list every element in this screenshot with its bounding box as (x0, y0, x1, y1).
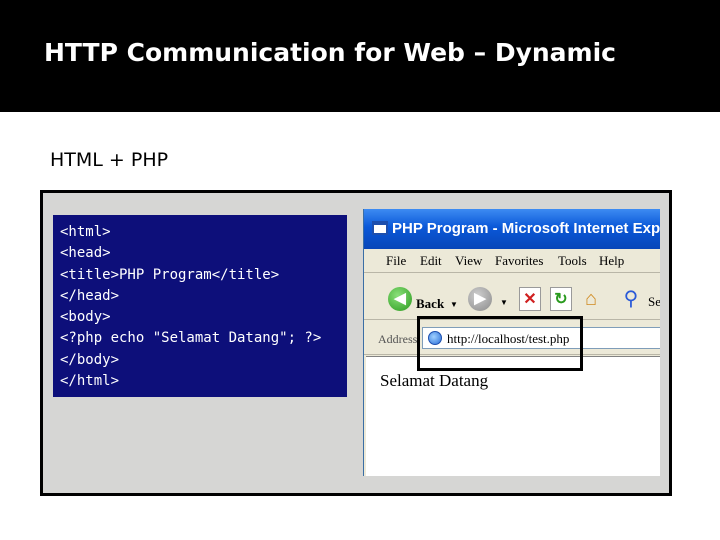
code-line: <?php echo "Selamat Datang"; ?> (60, 330, 322, 347)
code-line: <title>PHP Program</title> (60, 266, 280, 283)
back-dropdown-icon[interactable]: ▼ (450, 293, 458, 317)
toolbar: ◀ Back ▼ ▶ ▼ ✕ ↻ ⌂ ⚲ Se (364, 274, 660, 320)
menu-view[interactable]: View (455, 253, 482, 269)
home-icon[interactable]: ⌂ (580, 287, 602, 311)
code-line: <body> (60, 309, 111, 326)
refresh-icon[interactable]: ↻ (550, 287, 572, 311)
menu-tools[interactable]: Tools (558, 253, 587, 269)
forward-dropdown-icon[interactable]: ▼ (500, 298, 508, 307)
stop-icon[interactable]: ✕ (519, 287, 541, 311)
page-content-text: Selamat Datang (380, 371, 489, 390)
code-line: </html> (60, 373, 120, 390)
search-icon[interactable]: ⚲ (620, 287, 642, 311)
ie-app-icon (372, 221, 388, 235)
menu-help[interactable]: Help (599, 253, 624, 269)
menu-bar: File Edit View Favorites Tools Help (364, 249, 660, 273)
page-content-area: Selamat Datang (366, 356, 660, 476)
menu-file[interactable]: File (386, 253, 406, 269)
address-label: Address (378, 332, 418, 346)
back-label: Back (416, 296, 445, 311)
code-line: </head> (60, 287, 120, 304)
screenshot-frame: <html> <head> <title>PHP Program</title>… (40, 190, 672, 496)
search-label[interactable]: Se (648, 294, 660, 310)
slide-title-bar: HTTP Communication for Web – Dynamic (0, 0, 720, 112)
address-highlight-box (417, 316, 583, 371)
slide-subtitle: HTML + PHP (50, 149, 169, 171)
back-arrow-icon: ◀ (388, 287, 412, 311)
code-line: <head> (60, 245, 111, 262)
forward-arrow-icon[interactable]: ▶ (468, 287, 492, 311)
menu-edit[interactable]: Edit (420, 253, 442, 269)
code-line: <html> (60, 224, 111, 240)
menu-favorites[interactable]: Favorites (495, 253, 543, 269)
code-line: </body> (60, 351, 120, 368)
slide-title: HTTP Communication for Web – Dynamic (44, 38, 616, 67)
window-title: PHP Program - Microsoft Internet Explore… (392, 220, 660, 237)
window-titlebar[interactable]: PHP Program - Microsoft Internet Explore… (364, 209, 660, 249)
back-button[interactable]: ◀ Back ▼ (388, 287, 478, 311)
code-panel: <html> <head> <title>PHP Program</title>… (53, 215, 347, 397)
